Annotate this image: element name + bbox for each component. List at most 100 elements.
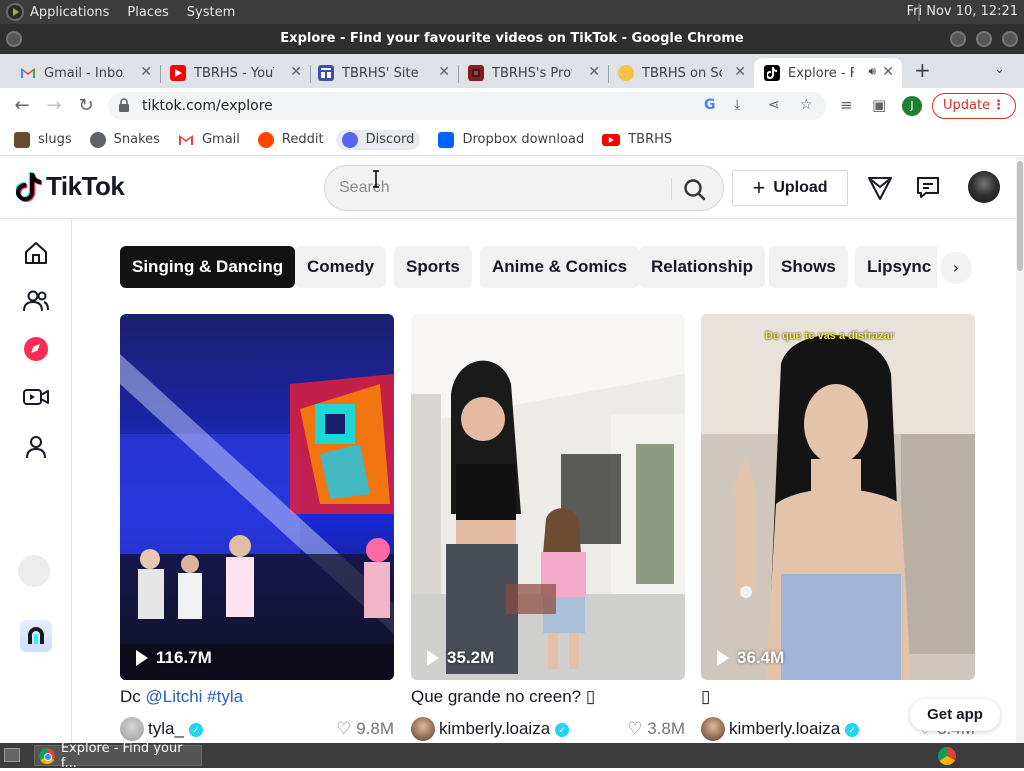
bookmark-tbrhs[interactable]: TBRHS [602, 132, 672, 147]
distro-logo-icon[interactable] [6, 3, 24, 21]
close-tab-icon[interactable]: ✕ [438, 64, 450, 80]
bookmarks-bar: slugs Snakes Gmail Reddit Discord Dropbo… [0, 124, 1024, 156]
verified-icon: ✓ [188, 723, 203, 737]
category-relationship[interactable]: Relationship [639, 246, 766, 288]
bookmark-gmail[interactable]: Gmail [178, 132, 240, 148]
new-tab-button[interactable]: + [914, 58, 931, 82]
search-input[interactable] [339, 176, 659, 200]
reload-button[interactable]: ↻ [74, 94, 98, 118]
window-title-bar[interactable]: Explore - Find your favourite videos on … [0, 24, 1024, 54]
following-icon[interactable] [22, 287, 50, 315]
tab-search-icon[interactable]: ⌄ [994, 62, 1005, 77]
taskbar-window-button[interactable]: Explore - Find your f... [34, 741, 202, 771]
tab-title: TBRHS' Site fo [342, 65, 422, 81]
video-caption[interactable]: Que grande no creen? ▯ [411, 687, 595, 707]
category-lipsync[interactable]: Lipsync [855, 246, 937, 288]
explore-compass-icon[interactable] [22, 335, 50, 363]
caption-hashtags[interactable]: @Litchi #tyla [146, 687, 244, 706]
discord-icon [341, 131, 358, 148]
category-comedy[interactable]: Comedy [295, 246, 387, 288]
bookmark-slugs[interactable]: slugs [14, 131, 72, 148]
system-menu[interactable]: System [187, 5, 235, 20]
share-icon[interactable]: ⋖ [768, 97, 780, 113]
applications-menu[interactable]: Applications [30, 5, 109, 20]
tab-tiktok-explore[interactable]: Explore - F 🔊︎ ✕ [754, 58, 902, 88]
tab-scratch[interactable]: TBRHS on Scra ✕ [608, 58, 754, 88]
category-anime-comics[interactable]: Anime & Comics [480, 246, 640, 288]
author-avatar[interactable] [120, 717, 144, 741]
minimize-icon[interactable] [950, 31, 966, 47]
close-tab-icon[interactable]: ✕ [290, 64, 302, 80]
bookmark-reddit[interactable]: Reddit [257, 131, 324, 148]
live-icon[interactable] [22, 383, 50, 411]
effect-house-icon[interactable] [20, 620, 52, 652]
profile-avatar[interactable]: J [902, 96, 922, 116]
video-overlay-text: De que te vas a disfrazar [765, 330, 895, 342]
video-caption[interactable]: ▯ [701, 687, 710, 707]
bookmark-star-icon[interactable]: ☆ [800, 97, 813, 113]
close-window-icon[interactable] [1002, 31, 1018, 47]
home-icon[interactable] [22, 239, 50, 267]
like-count: ♡ 9.8M [336, 719, 394, 738]
close-tab-icon[interactable]: ✕ [882, 64, 894, 80]
bookmark-snakes[interactable]: Snakes [89, 131, 160, 148]
bookmark-discord[interactable]: Discord [335, 129, 421, 150]
category-sports[interactable]: Sports [394, 246, 472, 288]
chrome-tray-icon[interactable] [938, 747, 956, 765]
url-text[interactable]: tiktok.com/explore [142, 98, 273, 114]
video-card[interactable]: De que te vas a disfrazar 36.4M [701, 314, 975, 680]
video-card[interactable]: 35.2M [411, 314, 685, 680]
tab-site[interactable]: TBRHS' Site fo ✕ [308, 58, 459, 88]
category-shows[interactable]: Shows [769, 246, 848, 288]
youtube-icon [602, 133, 621, 146]
tab-gmail[interactable]: Gmail - Inbox ✕ [10, 58, 161, 88]
google-lens-icon[interactable]: G [704, 97, 716, 113]
reading-list-icon[interactable]: ≡ [840, 96, 853, 114]
update-button[interactable]: Update ⋮ [932, 93, 1016, 119]
author-name[interactable]: kimberly.loaiza ✓ [439, 719, 570, 739]
close-tab-icon[interactable]: ✕ [588, 64, 600, 80]
show-desktop-icon[interactable] [4, 748, 20, 762]
video-card[interactable]: 116.7M [120, 314, 394, 680]
get-app-button[interactable]: Get app [910, 699, 1000, 731]
scrollbar-thumb[interactable] [1017, 161, 1023, 271]
video-caption[interactable]: Dc @Litchi #tyla [120, 687, 243, 707]
maximize-icon[interactable] [976, 31, 992, 47]
page-scrollbar[interactable] [1016, 157, 1024, 743]
side-panel-icon[interactable]: ▣ [872, 96, 886, 114]
clock[interactable]: Fri Nov 10, 12:21 [907, 4, 1018, 19]
bookmark-label: slugs [38, 132, 72, 147]
profile-icon[interactable] [22, 433, 50, 461]
author-name[interactable]: tyla_ ✓ [148, 719, 203, 739]
messages-icon[interactable] [915, 175, 941, 201]
author-avatar[interactable] [701, 717, 725, 741]
tab-profile[interactable]: TBRHS's Profil ✕ [458, 58, 609, 88]
install-app-icon[interactable]: ⤓ [734, 97, 740, 113]
upload-button[interactable]: + Upload [732, 170, 848, 206]
play-icon [136, 650, 148, 666]
slug-icon [14, 131, 30, 148]
user-avatar[interactable] [968, 171, 1000, 203]
author-avatar[interactable] [411, 717, 435, 741]
tab-youtube[interactable]: TBRHS - YouTu ✕ [160, 58, 311, 88]
lock-icon[interactable] [118, 98, 130, 112]
forward-button[interactable]: → [42, 94, 66, 118]
kebab-menu-icon: ⋮ [992, 98, 1005, 113]
more-placeholder[interactable] [18, 555, 50, 587]
search-icon[interactable] [681, 176, 709, 204]
tiktok-logo[interactable]: TikTok [16, 171, 125, 202]
category-singing-dancing[interactable]: Singing & Dancing [120, 246, 296, 288]
window-menu-icon[interactable] [6, 31, 22, 47]
chevron-right-icon[interactable]: › [940, 252, 972, 284]
bookmark-dropbox[interactable]: Dropbox download [438, 131, 584, 148]
close-tab-icon[interactable]: ✕ [140, 64, 152, 80]
close-tab-icon[interactable]: ✕ [734, 64, 746, 80]
places-menu[interactable]: Places [127, 5, 168, 20]
tiktok-page: TikTok + Upload [0, 157, 1016, 743]
play-icon [427, 650, 439, 666]
audio-playing-icon[interactable]: 🔊︎ [868, 64, 876, 79]
send-inbox-icon[interactable] [867, 175, 893, 201]
back-button[interactable]: ← [10, 94, 34, 118]
author-name[interactable]: kimberly.loaiza ✓ [729, 719, 860, 739]
address-bar[interactable]: tiktok.com/explore G ⤓ ⋖ ☆ [108, 92, 826, 120]
